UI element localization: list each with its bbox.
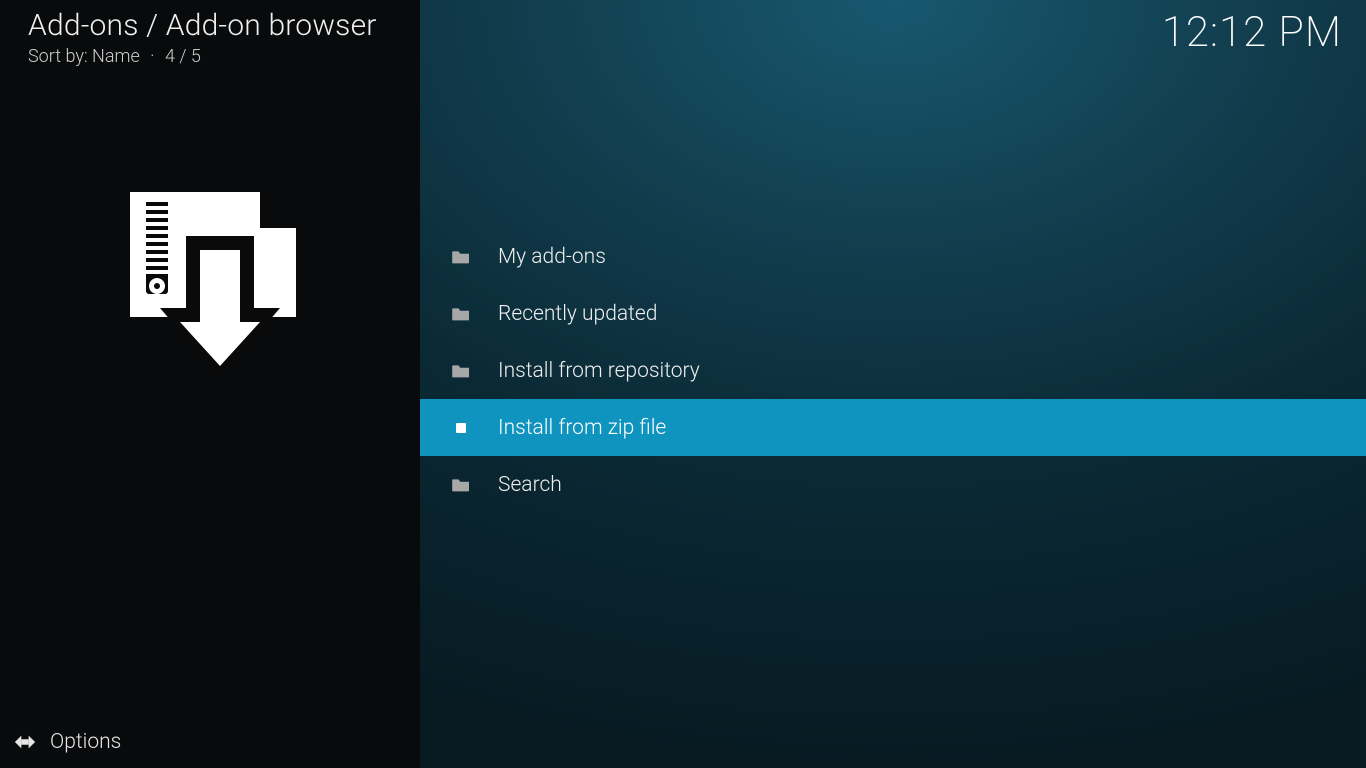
breadcrumb: Add-ons / Add-on browser xyxy=(28,8,377,43)
app-root: Add-ons / Add-on browser Sort by: Name ·… xyxy=(0,0,1366,768)
list-item-label: Install from repository xyxy=(498,359,700,383)
list-item-my-addons[interactable]: My add-ons xyxy=(420,228,1366,285)
list-item-install-from-zip[interactable]: Install from zip file xyxy=(420,399,1366,456)
sidebar-panel: Add-ons / Add-on browser Sort by: Name ·… xyxy=(0,0,420,768)
list-item-install-from-repository[interactable]: Install from repository xyxy=(420,342,1366,399)
options-arrows-icon xyxy=(14,731,36,753)
list-item-label: Recently updated xyxy=(498,302,657,326)
list-item-label: My add-ons xyxy=(498,245,606,269)
sort-label: Sort by: Name xyxy=(28,46,140,67)
install-from-zip-illustration-icon xyxy=(110,182,310,382)
options-button[interactable]: Options xyxy=(14,730,121,754)
addon-browser-list: My add-ons Recently updated Install from… xyxy=(420,228,1366,513)
clock: 12:12 PM xyxy=(1162,8,1342,57)
separator-dot: · xyxy=(144,46,160,67)
list-item-label: Install from zip file xyxy=(498,416,666,440)
folder-icon xyxy=(450,246,472,268)
folder-icon xyxy=(450,474,472,496)
zip-file-icon xyxy=(450,417,472,439)
folder-icon xyxy=(450,303,472,325)
list-item-label: Search xyxy=(498,473,562,497)
list-position: 4 / 5 xyxy=(165,46,201,67)
header-subtitle: Sort by: Name · 4 / 5 xyxy=(28,46,201,67)
list-item-recently-updated[interactable]: Recently updated xyxy=(420,285,1366,342)
folder-icon xyxy=(450,360,472,382)
options-label: Options xyxy=(50,730,121,754)
list-item-search[interactable]: Search xyxy=(420,456,1366,513)
main-content: 12:12 PM My add-ons Recently updated Ins… xyxy=(420,0,1366,768)
